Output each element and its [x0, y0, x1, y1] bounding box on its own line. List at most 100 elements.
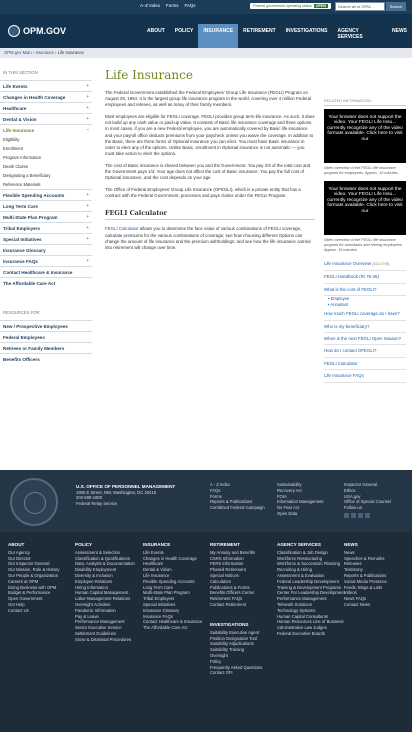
search-input[interactable]: Search all of OPM...	[335, 2, 385, 11]
nav-insurance[interactable]: INSURANCE	[198, 24, 239, 48]
sidebar-item-changes-health[interactable]: Changes in Health Coverage +	[0, 91, 92, 102]
site-footer: U.S. OFFICE OF PERSONNEL MANAGEMENT 1900…	[0, 470, 412, 732]
resource-benefits-officers[interactable]: Benefits Officers	[0, 353, 92, 364]
main-nav: ABOUT POLICY INSURANCE RETIREMENT INVEST…	[142, 24, 412, 48]
sidebar-heading: IN THIS SECTION	[3, 70, 38, 75]
link-fegli-handbook[interactable]: FEGLI Handbook (RI 76-26)	[324, 271, 406, 284]
footer-top: U.S. OFFICE OF PERSONNEL MANAGEMENT 1900…	[0, 470, 412, 532]
sidebar-item-aca[interactable]: The Affordable Care Act	[0, 277, 92, 288]
twitter-icon[interactable]	[351, 512, 356, 518]
nav-investigations[interactable]: INVESTIGATIONS	[281, 24, 333, 48]
sidebar-item-ltc[interactable]: Long Term Care +	[0, 200, 92, 211]
faqs-link[interactable]: FAQs	[184, 3, 195, 8]
related-heading: RELATED INFORMATION	[324, 98, 406, 106]
video-player-employees[interactable]: Your browser does not support the video.…	[324, 109, 406, 163]
relay-service-link[interactable]: Federal Relay Service	[76, 501, 117, 506]
footer-section-news: NEWS News Speeches & Remarks Releases Te…	[344, 542, 387, 607]
nav-news[interactable]: NEWS	[387, 24, 412, 48]
facebook-icon[interactable]	[344, 512, 349, 518]
footer-section-insurance: INSURANCE Life Events Changes in Health …	[143, 542, 203, 631]
status-badge: OPEN	[313, 4, 328, 8]
breadcrumb-home[interactable]: OPM.gov Main	[4, 50, 32, 55]
file-size: [532.5 KB]	[372, 262, 390, 266]
opm-seal-icon	[8, 25, 20, 37]
footer-links-col2: Sustainability Recovery Act FOIA Informa…	[277, 482, 324, 516]
sidebar-item-healthcare[interactable]: Healthcare +	[0, 102, 92, 113]
video-player-annuitants[interactable]: Your browser does not support the video.…	[324, 181, 406, 235]
link-contact-ofegli[interactable]: How do I contact OFEGLI?	[324, 345, 406, 358]
sidebar-sub-program-info[interactable]: Program Information	[0, 153, 92, 162]
footer-address: U.S. OFFICE OF PERSONNEL MANAGEMENT 1900…	[76, 484, 176, 506]
ofegli-paragraph: The Office of Federal Employees' Group L…	[105, 187, 301, 199]
breadcrumb: OPM.gov Main › Insurance › Life Insuranc…	[0, 48, 412, 58]
sidebar-item-special[interactable]: Special Initiatives +	[0, 233, 92, 244]
footer-section-retirement: RETIREMENT My Annuity and Benefits CSRS …	[210, 542, 255, 607]
sidebar-item-life-insurance[interactable]: Life Insurance −	[0, 124, 92, 135]
youtube-icon[interactable]	[358, 512, 363, 518]
cost-paragraph: The cost of Basic insurance is shared be…	[105, 162, 311, 181]
opm-seal-icon	[10, 478, 58, 526]
intro-paragraph: The Federal Government established the F…	[105, 90, 311, 108]
link-fegli-calculator[interactable]: FEGLI Calculator	[324, 358, 406, 371]
sidebar-item-life-events[interactable]: Life Events +	[0, 80, 92, 91]
sidebar-item-msp[interactable]: Multi-State Plan Program +	[0, 211, 92, 222]
sidebar-item-faqs[interactable]: Insurance FAQs +	[0, 255, 92, 266]
footer-section-about: ABOUT Our Agency Our Director Our Inspec…	[8, 542, 60, 613]
resource-retirees[interactable]: Retirees or Family Members	[0, 342, 92, 353]
nav-about[interactable]: ABOUT	[142, 24, 170, 48]
search-button[interactable]: Search	[386, 2, 406, 11]
expand-icon: +	[86, 225, 89, 230]
link-life-insurance-faqs[interactable]: Life Insurance FAQs	[324, 370, 406, 383]
video-caption: Video overview of the FEGLI life insuran…	[324, 238, 403, 252]
expand-icon: +	[86, 116, 89, 121]
link-cost-of-fegli[interactable]: What is the cost of FEGLI?	[324, 284, 406, 297]
collapse-icon: −	[86, 127, 89, 132]
eligibility-paragraph: Most employees are eligible for FEGLI co…	[105, 114, 315, 156]
sidebar-sub-enrollment[interactable]: Enrollment	[0, 144, 92, 153]
expand-icon: +	[86, 214, 89, 219]
a-z-index-link[interactable]: A–Z Index	[140, 3, 160, 8]
operating-status[interactable]: Federal government operating status OPEN	[250, 3, 331, 9]
main-content: Life Insurance The Federal Government es…	[105, 68, 315, 257]
sidebar-sub-eligibility[interactable]: Eligibility	[0, 135, 92, 144]
expand-icon: +	[86, 258, 89, 263]
footer-section-investigations: INVESTIGATIONS Suitability Executive Age…	[210, 622, 263, 676]
sidebar-sub-reference[interactable]: Reference Materials	[0, 180, 92, 189]
sidebar-sub-beneficiary[interactable]: Designating a Beneficiary	[0, 171, 92, 180]
video-caption: Video overview of the FEGLI life insuran…	[324, 166, 398, 175]
sidebar-sub-death-claims[interactable]: Death Claims	[0, 162, 92, 171]
link-beneficiary[interactable]: Who is my beneficiary?	[324, 321, 406, 334]
page-title: Life Insurance	[105, 68, 193, 82]
footer-section-agency-services: AGENCY SERVICES Classification & Job Des…	[277, 542, 345, 636]
sidebar-item-glossary[interactable]: Insurance Glossary	[0, 244, 92, 255]
expand-icon: +	[86, 105, 89, 110]
expand-icon: +	[86, 203, 89, 208]
footer-links-col3: Inspector General Ethics USA.gov Office …	[344, 482, 391, 518]
link-open-season[interactable]: When is the next FEGLI Open Season?	[324, 333, 406, 346]
fegli-calculator-link[interactable]: FEGLI Calculator	[105, 226, 139, 231]
site-header: OPM.GOV ABOUT POLICY INSURANCE RETIREMEN…	[0, 14, 412, 48]
footer-org: U.S. OFFICE OF PERSONNEL MANAGEMENT	[76, 484, 176, 489]
utility-links: A–Z Index Forms FAQs	[140, 3, 195, 8]
sidebar-item-tribal[interactable]: Tribal Employers +	[0, 222, 92, 233]
social-icons	[344, 512, 391, 518]
breadcrumb-insurance[interactable]: Insurance	[35, 50, 53, 55]
resources-heading: RESOURCES FOR	[3, 310, 40, 315]
sidebar-item-contact[interactable]: Contact Healthcare & Insurance	[0, 266, 92, 277]
forms-link[interactable]: Forms	[166, 3, 178, 8]
nav-retirement[interactable]: RETIREMENT	[238, 24, 281, 48]
calculator-heading: FEGLI Calculator	[105, 209, 315, 221]
sidebar-item-dental-vision[interactable]: Dental & Vision +	[0, 113, 92, 124]
expand-icon: +	[86, 83, 89, 88]
link-life-insurance-overview[interactable]: Life Insurance Overview [532.5 KB]	[324, 258, 406, 272]
breadcrumb-current: Life Insurance	[57, 50, 84, 55]
site-logo[interactable]: OPM.GOV	[8, 25, 66, 37]
linkedin-icon[interactable]	[365, 512, 370, 518]
nav-agency-services[interactable]: AGENCY SERVICES	[333, 24, 388, 48]
nav-policy[interactable]: POLICY	[170, 24, 199, 48]
sidebar-item-fsa[interactable]: Flexible Spending Accounts +	[0, 189, 92, 200]
resource-federal-employees[interactable]: Federal Employees	[0, 331, 92, 342]
resource-new-employees[interactable]: New / Prospective Employees	[0, 320, 92, 331]
footer-section-policy: POLICY Assessment & Selection Classifica…	[75, 542, 135, 642]
link-coverage-amount[interactable]: How much FEGLI coverage do I have?	[324, 308, 406, 321]
